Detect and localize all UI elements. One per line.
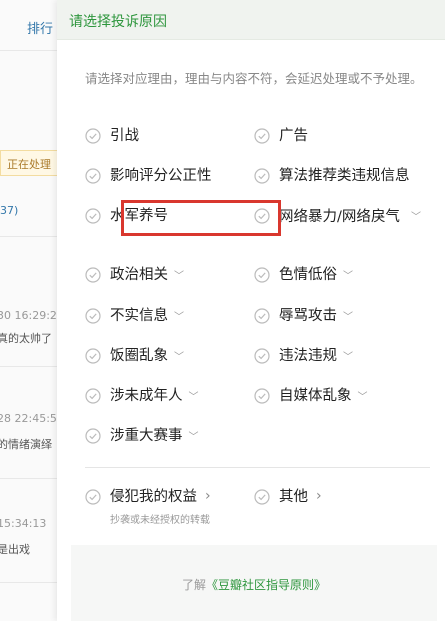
dialog-title: 请选择投诉原因 [69,14,167,30]
option-label: 饭圈乱象 [110,348,168,364]
option-fandom[interactable]: 饭圈乱象 ﹀ [85,347,184,367]
background-page: 排行 正在处理 37) 30 16:29:2 真的太帅了 28 22:45:5 … [0,0,60,621]
option-rights-infringement[interactable]: 侵犯我的权益 › [85,488,211,507]
divider [0,236,60,237]
chevron-down-icon: ﹀ [174,312,184,323]
chevron-down-icon: ﹀ [188,432,199,443]
option-label: 政治相关 [110,267,168,283]
circle-check-icon [254,308,270,324]
option-other[interactable]: 其他 › [254,488,322,507]
dialog-header: 请选择投诉原因 [57,0,445,40]
option-label: 自媒体乱象 [279,388,352,404]
highlight-box [121,200,281,236]
background-item-text: 是出戏 [0,543,30,556]
background-item-text: 真的太帅了 [0,332,52,345]
chevron-right-icon: › [316,488,322,504]
divider [0,478,60,479]
option-label: 其他 [279,489,308,505]
option-label: 辱骂攻击 [279,308,337,324]
footer-prefix: 了解 [181,578,206,592]
circle-check-icon [254,267,270,283]
option-label: 不实信息 [110,308,168,324]
option-sublabel: 抄袭或未经授权的转载 [110,515,210,526]
option-we-media[interactable]: 自媒体乱象 ﹀ [254,387,368,407]
background-tab-ranking[interactable]: 排行 [27,18,53,37]
dialog-note: 请选择对应理由，理由与内容不符，会延迟处理或不予处理。 [85,71,423,86]
circle-check-icon [254,128,270,144]
option-label: 侵犯我的权益 [110,489,197,505]
chevron-down-icon: ﹀ [357,392,368,403]
circle-check-icon [85,128,101,144]
option-major-events[interactable]: 涉重大赛事 ﹀ [85,427,199,447]
option-label: 涉未成年人 [110,388,183,404]
section-divider [85,467,430,468]
option-label: 引战 [110,128,139,144]
divider [0,366,60,367]
background-item-time: 15:34:13 [0,517,47,530]
option-label: 色情低俗 [279,267,337,283]
background-count-link[interactable]: 37) [0,204,18,217]
option-false-info[interactable]: 不实信息 ﹀ [85,307,184,327]
option-yinzhan[interactable]: 引战 [85,127,139,146]
option-label: 算法推荐类违规信息 [279,168,410,184]
circle-check-icon [85,428,101,444]
option-minors[interactable]: 涉未成年人 ﹀ [85,387,199,407]
chevron-right-icon: › [205,488,211,504]
chevron-down-icon: ﹀ [174,271,184,282]
option-illegal[interactable]: 违法违规 ﹀ [254,347,353,367]
complaint-dialog: 请选择投诉原因 请选择对应理由，理由与内容不符，会延迟处理或不予处理。 引战 广… [57,0,445,621]
circle-check-icon [254,348,270,364]
circle-check-icon [85,388,101,404]
background-item-time: 28 22:45:5 [0,412,57,425]
circle-check-icon [85,208,101,224]
option-politics[interactable]: 政治相关 ﹀ [85,266,184,286]
circle-check-icon [85,168,101,184]
option-label: 涉重大赛事 [110,428,183,444]
chevron-down-icon: ﹀ [343,352,353,363]
background-item-time: 30 16:29:2 [0,309,57,322]
circle-check-icon [254,168,270,184]
option-algorithm[interactable]: 算法推荐类违规信息 [254,167,410,186]
circle-check-icon [254,388,270,404]
circle-check-icon [85,267,101,283]
option-label: 违法违规 [279,348,337,364]
chevron-down-icon: ﹀ [174,352,184,363]
circle-check-icon [85,308,101,324]
option-rating-fairness[interactable]: 影响评分公正性 [85,167,212,186]
divider [0,582,60,583]
dialog-footer: 了解《豆瓣社区指导原则》 [71,545,437,621]
option-label: 广告 [279,128,308,144]
background-item-text: 的情绪演绎 [0,438,52,451]
chevron-down-icon: ﹀ [188,392,199,403]
chevron-down-icon: ﹀ [411,212,421,223]
status-badge: 正在处理 [0,150,60,176]
circle-check-icon [85,489,101,505]
option-guanggao[interactable]: 广告 [254,127,308,146]
divider [0,50,60,51]
option-label: 网络暴力/网络戾气 [279,209,400,225]
footer-text: 了解《豆瓣社区指导原则》 [71,576,437,593]
guidelines-link[interactable]: 《豆瓣社区指导原则》 [206,578,326,592]
status-badge-label: 正在处理 [7,158,51,171]
option-porn[interactable]: 色情低俗 ﹀ [254,266,353,286]
option-abuse[interactable]: 辱骂攻击 ﹀ [254,307,353,327]
option-label: 影响评分公正性 [110,168,212,184]
chevron-down-icon: ﹀ [343,312,353,323]
circle-check-icon [254,489,270,505]
circle-check-icon [85,348,101,364]
chevron-down-icon: ﹀ [343,271,353,282]
